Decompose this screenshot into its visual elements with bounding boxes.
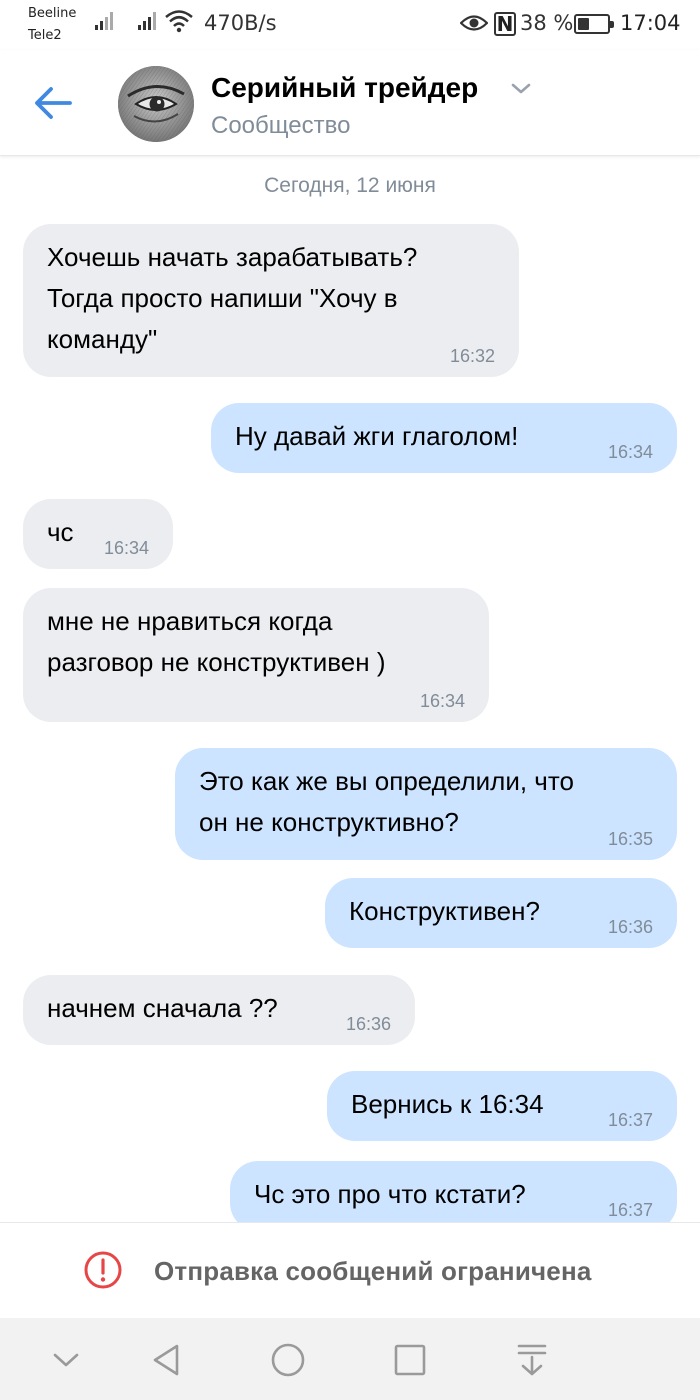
message-text: Чс это про что кстати?	[254, 1179, 526, 1209]
message-time: 16:36	[345, 1014, 391, 1034]
message-text: Ну давай жги глаголом!	[235, 421, 519, 451]
message-text: Хочешь начать зарабатывать? Тогда просто…	[47, 242, 418, 354]
message-time: 16:37	[607, 1110, 653, 1130]
message-incoming[interactable]: чс 16:34	[23, 499, 173, 569]
message-outgoing[interactable]: Ну давай жги глаголом! 16:34	[211, 403, 677, 473]
status-clock: 17:04	[620, 11, 681, 35]
message-list[interactable]: Сегодня, 12 июня Хочешь начать зарабатыв…	[0, 156, 700, 1222]
home-circle-icon[interactable]	[266, 1338, 310, 1382]
message-time: 16:34	[103, 538, 149, 558]
battery-percent: 38 %	[520, 11, 574, 35]
avatar[interactable]	[118, 66, 194, 142]
message-text: Конструктивен?	[349, 896, 540, 926]
message-time: 16:34	[419, 691, 465, 711]
chat-header: Серийный трейдер Сообщество	[0, 50, 700, 156]
message-time: 16:35	[607, 829, 653, 849]
message-outgoing[interactable]: Вернись к 16:34 16:37	[327, 1071, 677, 1141]
message-time: 16:34	[607, 442, 653, 462]
network-speed: 470B/s	[204, 11, 277, 35]
page-title[interactable]: Серийный трейдер	[211, 72, 478, 104]
signal-1-icon	[95, 10, 113, 30]
chat-screen: Beeline Tele2 470B/s N 38 % 17:04 Серийн…	[0, 0, 700, 1400]
message-outgoing[interactable]: Это как же вы определили, что он не конс…	[175, 748, 677, 860]
message-text: начнем сначала ??	[47, 993, 278, 1023]
message-text: мне не нравиться когда разговор не конст…	[47, 606, 386, 677]
chevron-down-icon[interactable]	[44, 1338, 88, 1382]
arrow-left-icon[interactable]	[32, 80, 78, 126]
system-navigation-bar	[0, 1318, 700, 1400]
message-time: 16:32	[449, 346, 495, 366]
status-bar: Beeline Tele2 470B/s N 38 % 17:04	[0, 0, 700, 50]
battery-icon	[574, 14, 614, 34]
message-outgoing[interactable]: Чс это про что кстати? 16:37	[230, 1161, 677, 1222]
message-text: Вернись к 16:34	[351, 1089, 544, 1119]
eye-comfort-icon	[460, 15, 488, 31]
signal-2-icon	[138, 10, 156, 30]
composer-restricted-bar: Отправка сообщений ограничена	[0, 1222, 700, 1318]
battery-fill	[578, 18, 589, 30]
carrier-2-label: Tele2	[28, 28, 62, 43]
notifications-pull-icon[interactable]	[510, 1338, 554, 1382]
date-separator: Сегодня, 12 июня	[264, 174, 436, 197]
back-triangle-icon[interactable]	[145, 1338, 189, 1382]
message-text: Это как же вы определили, что он не конс…	[199, 766, 574, 837]
message-incoming[interactable]: мне не нравиться когда разговор не конст…	[23, 588, 489, 722]
message-time: 16:36	[607, 917, 653, 937]
message-text: чс	[47, 517, 74, 547]
message-time: 16:37	[607, 1200, 653, 1220]
community-avatar-image	[118, 66, 194, 142]
page-subtitle: Сообщество	[211, 112, 351, 139]
exclamation-circle-icon	[84, 1251, 122, 1289]
carrier-1-label: Beeline	[28, 6, 77, 21]
message-incoming[interactable]: Хочешь начать зарабатывать? Тогда просто…	[23, 224, 519, 377]
message-outgoing[interactable]: Конструктивен? 16:36	[325, 878, 677, 948]
wifi-icon	[165, 10, 193, 33]
recents-square-icon[interactable]	[388, 1338, 432, 1382]
restriction-message: Отправка сообщений ограничена	[154, 1256, 592, 1286]
message-incoming[interactable]: начнем сначала ?? 16:36	[23, 975, 415, 1045]
nfc-icon: N	[494, 12, 516, 36]
chevron-down-icon[interactable]	[510, 82, 532, 96]
